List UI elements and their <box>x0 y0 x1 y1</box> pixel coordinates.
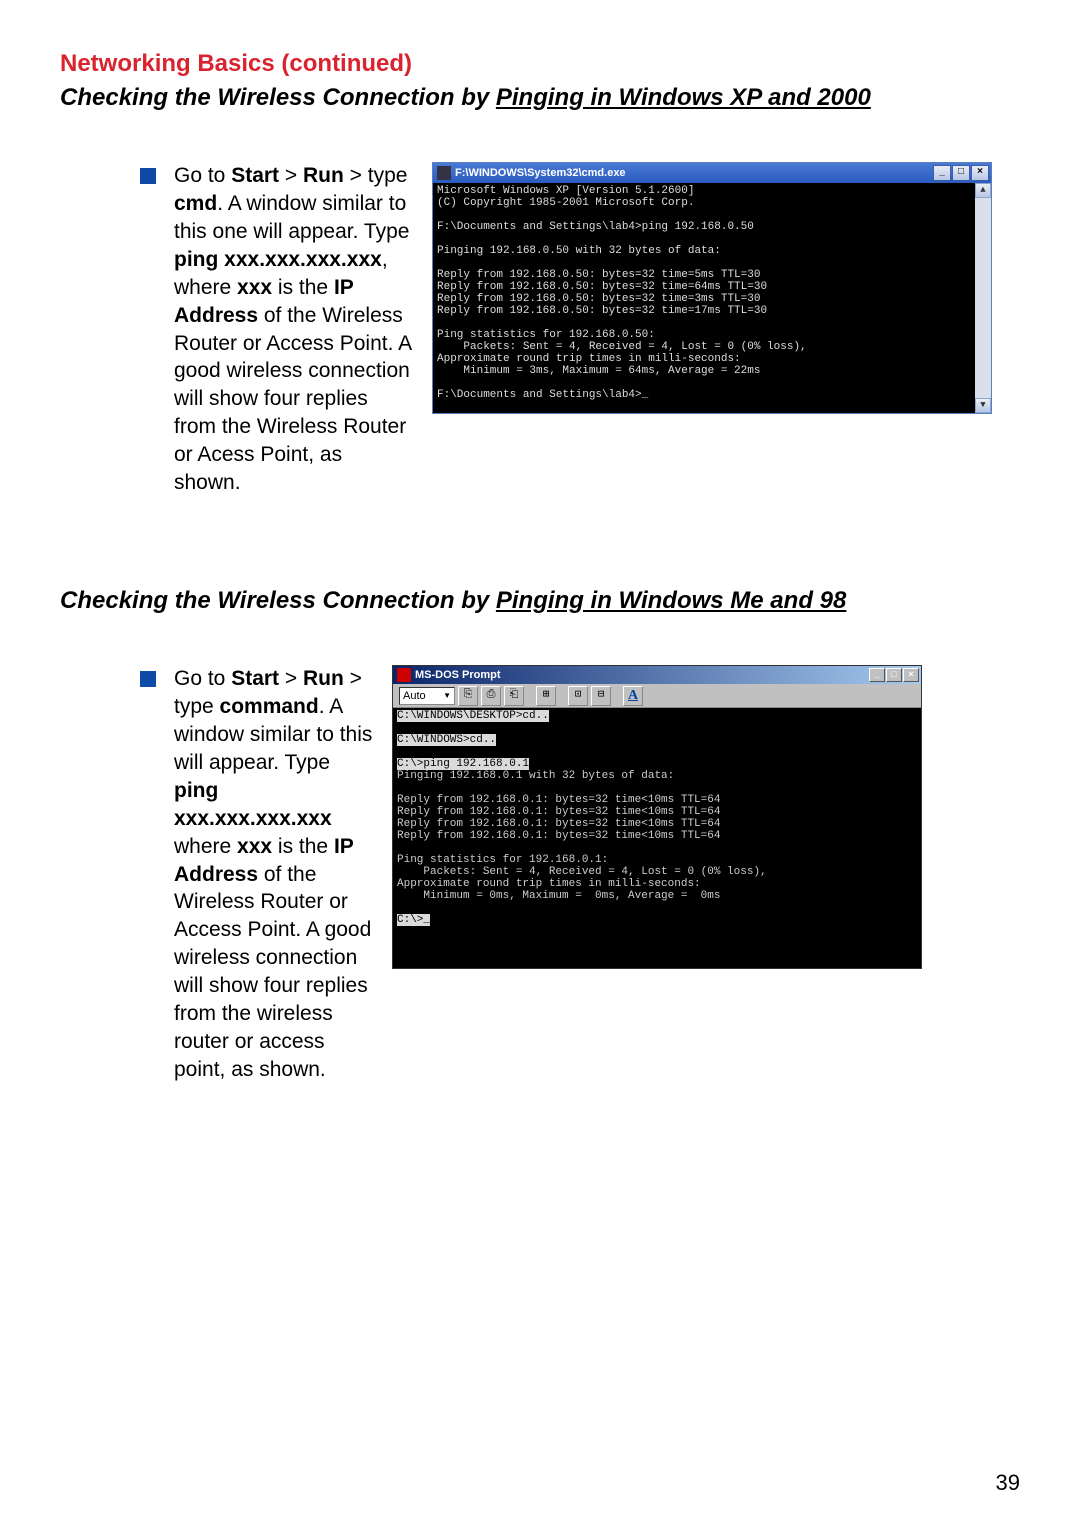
subheading-underline: Pinging in Windows XP and 2000 <box>496 84 871 111</box>
minimize-button[interactable]: _ <box>869 668 885 682</box>
t: Go to <box>174 667 231 690</box>
minimize-button[interactable]: _ <box>933 165 951 181</box>
t: of the Wireless Router or Access Point. … <box>174 304 411 495</box>
t: ping xxx.xxx.xxx.xxx <box>174 779 332 830</box>
t: Go to <box>174 164 231 187</box>
titlebar: MS-DOS Prompt _ □ × <box>393 666 921 684</box>
toolbar-button[interactable]: ⊡ <box>568 686 588 706</box>
t: > type <box>344 164 408 187</box>
close-button[interactable]: × <box>971 165 989 181</box>
toolbar-button[interactable]: ⊞ <box>536 686 556 706</box>
subheading-underline: Pinging in Windows Me and 98 <box>496 587 846 614</box>
t: is the <box>272 276 334 299</box>
cmd-icon <box>437 166 451 180</box>
t: Run <box>303 667 344 690</box>
chevron-down-icon: ▼ <box>443 691 451 700</box>
toolbar-button[interactable]: ⊟ <box>591 686 611 706</box>
t: Run <box>303 164 344 187</box>
maximize-button[interactable]: □ <box>886 668 902 682</box>
select-value: Auto <box>403 690 426 702</box>
font-button[interactable]: A <box>623 686 643 706</box>
prompt-line: C:\>ping 192.168.0.1 <box>397 758 529 770</box>
titlebar: F:\WINDOWS\System32\cmd.exe _ □ × <box>433 163 991 183</box>
t: > <box>279 667 303 690</box>
maximize-button[interactable]: □ <box>952 165 970 181</box>
terminal-output: C:\WINDOWS\DESKTOP>cd.. C:\WINDOWS>cd.. … <box>393 708 921 968</box>
scroll-down-icon[interactable]: ▼ <box>975 398 991 413</box>
dos-window-98: MS-DOS Prompt _ □ × Auto ▼ ⎘ ⎙ ⎗ <box>392 665 922 969</box>
subheading-me-98: Checking the Wireless Connection by Ping… <box>60 587 1020 615</box>
toolbar-button[interactable]: ⎙ <box>481 686 501 706</box>
t: cmd <box>174 192 217 215</box>
t: > <box>279 164 303 187</box>
section-title: Networking Basics (continued) <box>60 50 1020 78</box>
t: ping xxx.xxx.xxx.xxx <box>174 248 382 271</box>
font-size-select[interactable]: Auto ▼ <box>399 687 455 705</box>
t: Start <box>231 164 279 187</box>
t: command <box>220 695 319 718</box>
instruction-98: Go to Start > Run > type command. A wind… <box>174 665 374 1084</box>
prompt-line: C:\WINDOWS\DESKTOP>cd.. <box>397 710 549 722</box>
t: of the Wireless Router or Access Point. … <box>174 863 371 1081</box>
t: xxx <box>237 276 272 299</box>
page-number: 39 <box>996 1470 1020 1496</box>
window-title: MS-DOS Prompt <box>415 669 869 681</box>
bullet-icon <box>140 671 156 687</box>
instruction-xp: Go to Start > Run > type cmd. A window s… <box>174 162 414 497</box>
t: where <box>174 835 237 858</box>
scrollbar[interactable]: ▲ ▼ <box>975 183 991 413</box>
output-body: Pinging 192.168.0.1 with 32 bytes of dat… <box>397 770 767 902</box>
close-button[interactable]: × <box>903 668 919 682</box>
t: is the <box>272 835 334 858</box>
cmd-window-xp: F:\WINDOWS\System32\cmd.exe _ □ × Micros… <box>432 162 992 414</box>
dos-icon <box>397 668 411 682</box>
t: xxx <box>237 835 272 858</box>
t: Start <box>231 667 279 690</box>
subheading-prefix: Checking the Wireless Connection by <box>60 84 496 111</box>
prompt-line: C:\WINDOWS>cd.. <box>397 734 496 746</box>
prompt-line: C:\>_ <box>397 914 430 926</box>
window-title: F:\WINDOWS\System32\cmd.exe <box>455 167 933 179</box>
terminal-output: Microsoft Windows XP [Version 5.1.2600] … <box>433 183 975 413</box>
toolbar-button[interactable]: ⎘ <box>458 686 478 706</box>
dos-toolbar: Auto ▼ ⎘ ⎙ ⎗ ⊞ ⊡ ⊟ A <box>393 684 921 708</box>
bullet-icon <box>140 168 156 184</box>
subheading-prefix: Checking the Wireless Connection by <box>60 587 496 614</box>
subheading-xp-2000: Checking the Wireless Connection by Ping… <box>60 84 1020 112</box>
toolbar-button[interactable]: ⎗ <box>504 686 524 706</box>
scroll-up-icon[interactable]: ▲ <box>975 183 991 198</box>
